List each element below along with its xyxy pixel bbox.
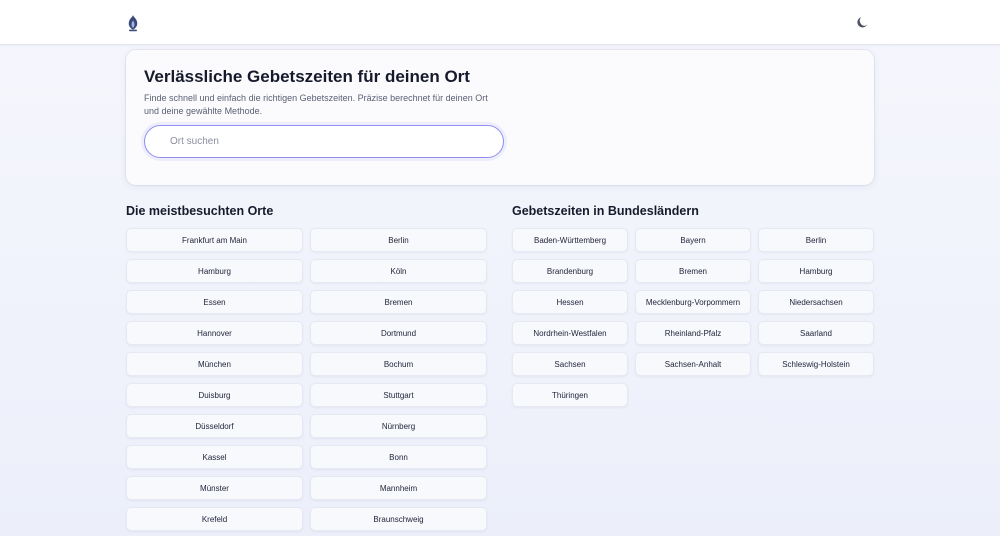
popular-place-link[interactable]: Krefeld <box>126 507 303 531</box>
federal-state-link[interactable]: Hamburg <box>758 259 874 283</box>
federal-state-link[interactable]: Berlin <box>758 228 874 252</box>
popular-places-grid: Frankfurt am Main Berlin Hamburg Köln Essen B… <box>126 228 487 531</box>
federal-state-link[interactable]: Rheinland-Pfalz <box>635 321 751 345</box>
popular-place-link[interactable]: Kassel <box>126 445 303 469</box>
popular-place-link[interactable]: Hannover <box>126 321 303 345</box>
popular-place-link[interactable]: Bochum <box>310 352 487 376</box>
popular-place-link[interactable]: Braunschweig <box>310 507 487 531</box>
federal-state-link[interactable]: Mecklenburg-Vorpommern <box>635 290 751 314</box>
popular-place-link[interactable]: Köln <box>310 259 487 283</box>
federal-state-link[interactable]: Schleswig-Holstein <box>758 352 874 376</box>
federal-state-link[interactable]: Bremen <box>635 259 751 283</box>
federal-state-link[interactable]: Sachsen <box>512 352 628 376</box>
popular-place-link[interactable]: Duisburg <box>126 383 303 407</box>
popular-place-link[interactable]: Hamburg <box>126 259 303 283</box>
hero-subtitle: Finde schnell und einfach die richtigen … <box>144 93 488 116</box>
popular-place-link[interactable]: Frankfurt am Main <box>126 228 303 252</box>
home-logo-link[interactable] <box>126 14 140 32</box>
federal-state-link[interactable]: Bayern <box>635 228 751 252</box>
theme-toggle-button[interactable] <box>855 14 871 30</box>
hero-card: Verlässliche Gebetszeiten für deinen Ort… <box>126 50 874 185</box>
federal-state-link[interactable]: Hessen <box>512 290 628 314</box>
federal-state-link[interactable]: Thüringen <box>512 383 628 407</box>
popular-place-link[interactable]: Münster <box>126 476 303 500</box>
federal-state-link[interactable]: Baden-Württemberg <box>512 228 628 252</box>
popular-place-link[interactable]: Mannheim <box>310 476 487 500</box>
page: Verlässliche Gebetszeiten für deinen Ort… <box>0 0 1000 536</box>
mosque-dome-icon <box>128 15 138 32</box>
federal-state-link[interactable]: Saarland <box>758 321 874 345</box>
federal-state-link[interactable]: Niedersachsen <box>758 290 874 314</box>
popular-place-link[interactable]: Bremen <box>310 290 487 314</box>
popular-place-link[interactable]: Nürnberg <box>310 414 487 438</box>
popular-place-link[interactable]: München <box>126 352 303 376</box>
federal-states-heading: Gebetszeiten in Bundesländern <box>512 204 699 218</box>
popular-place-link[interactable]: Essen <box>126 290 303 314</box>
federal-state-link[interactable]: Nordrhein-Westfalen <box>512 321 628 345</box>
top-navigation-bar <box>0 0 1000 45</box>
popular-place-link[interactable]: Düsseldorf <box>126 414 303 438</box>
popular-place-link[interactable]: Stuttgart <box>310 383 487 407</box>
federal-state-link[interactable]: Sachsen-Anhalt <box>635 352 751 376</box>
federal-states-grid: Baden-Württemberg Bayern Berlin Brandenburg… <box>512 228 874 407</box>
page-title: Verlässliche Gebetszeiten für deinen Ort <box>144 67 470 86</box>
moon-icon <box>857 17 868 28</box>
popular-place-link[interactable]: Berlin <box>310 228 487 252</box>
popular-place-link[interactable]: Dortmund <box>310 321 487 345</box>
federal-state-link[interactable]: Brandenburg <box>512 259 628 283</box>
popular-place-link[interactable]: Bonn <box>310 445 487 469</box>
location-search-input[interactable] <box>170 136 470 147</box>
search-box <box>144 125 504 158</box>
popular-places-heading: Die meistbesuchten Orte <box>126 204 274 218</box>
